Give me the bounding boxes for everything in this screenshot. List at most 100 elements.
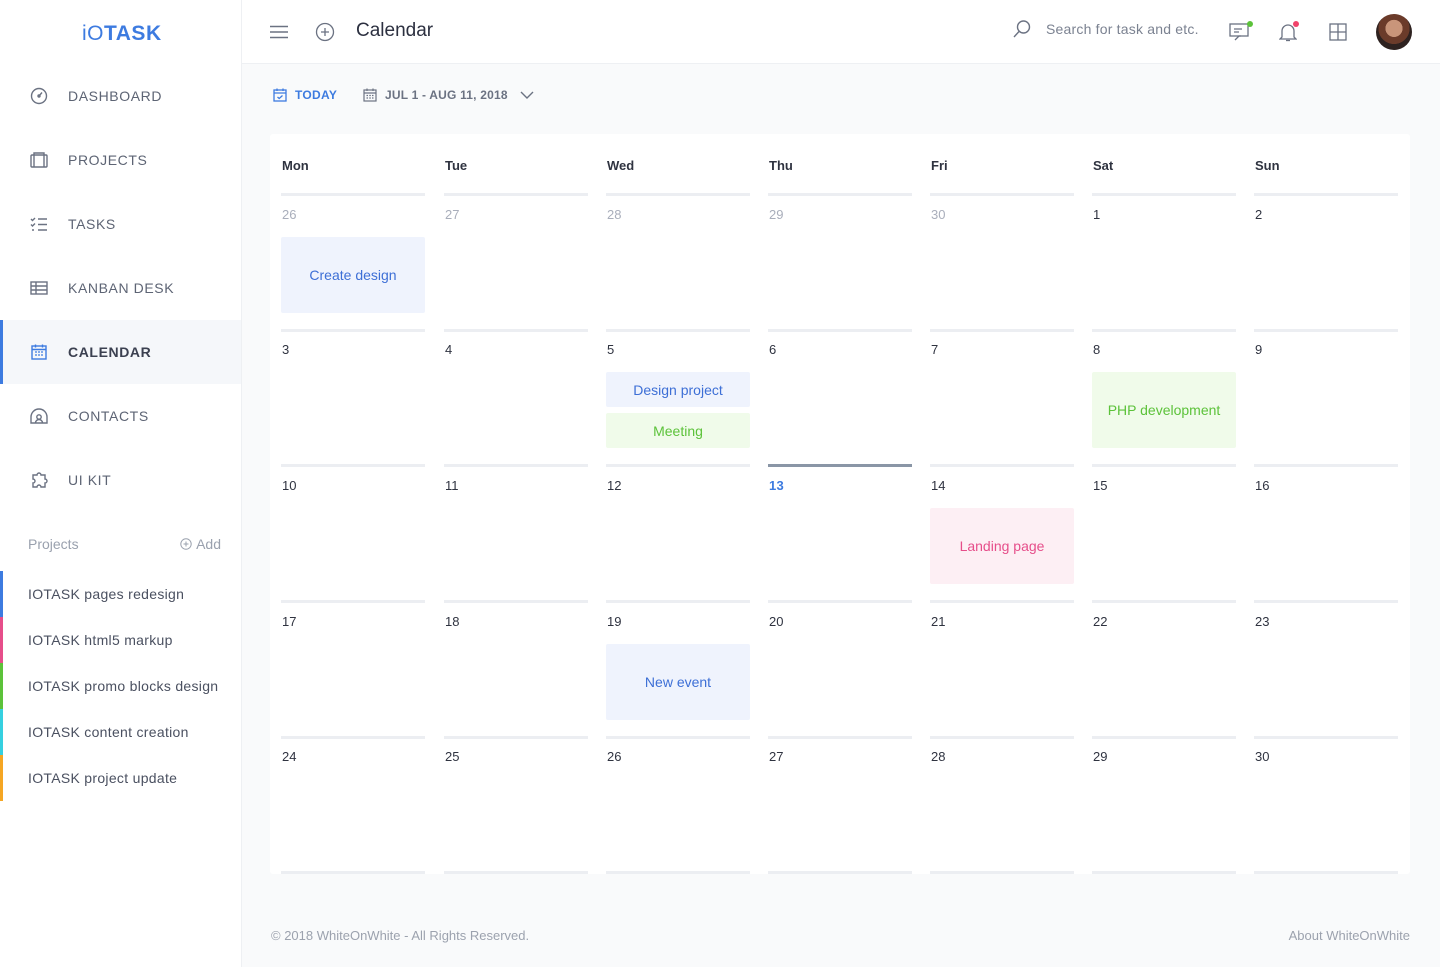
- project-color-bar: [0, 663, 3, 709]
- calendar-day-cell[interactable]: 9: [1254, 331, 1398, 467]
- calendar-day-cell[interactable]: 24: [281, 738, 425, 874]
- messages-button[interactable]: [1228, 20, 1253, 44]
- calendar-day-cell[interactable]: 4: [444, 331, 588, 467]
- calendar-day-cell[interactable]: 18: [444, 603, 588, 739]
- logo-part-light: iO: [82, 22, 104, 45]
- calendar-day-cell[interactable]: 12: [606, 467, 750, 603]
- calendar-day-cell[interactable]: 6: [768, 331, 912, 467]
- project-color-bar: [0, 617, 3, 663]
- online-dot: [1247, 21, 1253, 27]
- contacts-icon: [28, 405, 50, 427]
- tasks-checklist-icon: [28, 213, 50, 235]
- sidebar: iOTASK DASHBOARD PROJECTS TASKS KANBAN D…: [0, 0, 242, 967]
- calendar-day-cell[interactable]: 29: [768, 196, 912, 332]
- menu-toggle-button[interactable]: [267, 20, 291, 44]
- day-number: 2: [1255, 207, 1263, 222]
- calendar-day-cell[interactable]: 7: [930, 331, 1074, 467]
- weekday-header: Sat: [1093, 158, 1114, 173]
- calendar-day-cell[interactable]: 11: [444, 467, 588, 603]
- weekday-header: Sun: [1255, 158, 1280, 173]
- calendar-day-cell[interactable]: 23: [1254, 603, 1398, 739]
- calendar-toolbar: TODAY JUL 1 - AUG 11, 2018: [273, 88, 534, 102]
- sidebar-item-contacts[interactable]: CONTACTS: [0, 384, 241, 448]
- date-range-label: JUL 1 - AUG 11, 2018: [385, 88, 508, 102]
- calendar-event[interactable]: Meeting: [606, 413, 750, 448]
- calendar-day-cell[interactable]: 29: [1092, 738, 1236, 874]
- project-item[interactable]: IOTASK content creation: [0, 709, 241, 755]
- day-number: 30: [1255, 749, 1270, 764]
- sidebar-item-kanban-desk[interactable]: KANBAN DESK: [0, 256, 241, 320]
- weekday-header: Tue: [445, 158, 468, 173]
- calendar-day-cell[interactable]: 28: [606, 196, 750, 332]
- calendar-event[interactable]: Create design: [281, 237, 425, 313]
- day-number: 1: [1093, 207, 1101, 222]
- day-number: 15: [1093, 478, 1108, 493]
- calendar-day-cell[interactable]: 27: [768, 738, 912, 874]
- calendar-grid: Mon Tue Wed Thu Fri Sat Sun 26 Create design 27 28…: [270, 134, 1410, 874]
- calendar-day-cell[interactable]: 17: [281, 603, 425, 739]
- notifications-button[interactable]: [1276, 20, 1300, 44]
- project-color-bar: [0, 709, 3, 755]
- calendar-day-cell[interactable]: 22: [1092, 603, 1236, 739]
- sidebar-item-dashboard[interactable]: DASHBOARD: [0, 64, 241, 128]
- calendar-day-cell[interactable]: 28: [930, 738, 1074, 874]
- calendar-day-cell[interactable]: 14 Landing page: [930, 467, 1074, 603]
- calendar-day-cell[interactable]: 13: [768, 467, 912, 603]
- calendar-day-cell[interactable]: 1: [1092, 196, 1236, 332]
- hamburger-menu-icon: [270, 25, 288, 39]
- calendar-event[interactable]: Design project: [606, 372, 750, 407]
- sidebar-item-ui-kit[interactable]: UI KIT: [0, 448, 241, 512]
- sidebar-item-label: UI KIT: [68, 472, 112, 488]
- add-project-button[interactable]: Add: [180, 536, 221, 552]
- day-divider: [281, 871, 425, 874]
- calendar-day-cell[interactable]: 21: [930, 603, 1074, 739]
- project-color-bar: [0, 755, 3, 801]
- calendar-day-cell[interactable]: 30: [1254, 738, 1398, 874]
- calendar-day-cell[interactable]: 27: [444, 196, 588, 332]
- calendar-day-cell[interactable]: 20: [768, 603, 912, 739]
- project-item[interactable]: IOTASK promo blocks design: [0, 663, 241, 709]
- project-item[interactable]: IOTASK html5 markup: [0, 617, 241, 663]
- calendar-day-cell[interactable]: 2: [1254, 196, 1398, 332]
- calendar-day-cell[interactable]: 26: [606, 738, 750, 874]
- calendar-day-cell[interactable]: 8 PHP development: [1092, 331, 1236, 467]
- day-number: 24: [282, 749, 297, 764]
- user-avatar[interactable]: [1376, 14, 1412, 50]
- search-input[interactable]: Search for task and etc.: [1012, 19, 1199, 39]
- notification-dot: [1293, 21, 1299, 27]
- calendar-day-cell[interactable]: 5 Design project Meeting: [606, 331, 750, 467]
- day-number: 26: [607, 749, 622, 764]
- day-number: 18: [445, 614, 460, 629]
- calendar-day-cell[interactable]: 16: [1254, 467, 1398, 603]
- calendar-day-cell[interactable]: 3: [281, 331, 425, 467]
- date-range-dropdown[interactable]: JUL 1 - AUG 11, 2018: [363, 88, 534, 102]
- today-day-number: 13: [769, 478, 785, 493]
- calendar-event[interactable]: New event: [606, 644, 750, 720]
- project-item[interactable]: IOTASK project update: [0, 755, 241, 801]
- calendar-day-cell[interactable]: 26 Create design: [281, 196, 425, 332]
- calendar-day-cell[interactable]: 15: [1092, 467, 1236, 603]
- calendar-event[interactable]: PHP development: [1092, 372, 1236, 448]
- sidebar-item-label: PROJECTS: [68, 152, 148, 168]
- add-new-button[interactable]: [313, 20, 337, 44]
- day-number: 22: [1093, 614, 1108, 629]
- sidebar-item-calendar[interactable]: CALENDAR: [0, 320, 241, 384]
- calendar-day-cell[interactable]: 10: [281, 467, 425, 603]
- footer-about-link[interactable]: About WhiteOnWhite: [1289, 928, 1410, 943]
- project-item[interactable]: IOTASK pages redesign: [0, 571, 241, 617]
- sidebar-item-projects[interactable]: PROJECTS: [0, 128, 241, 192]
- app-logo[interactable]: iOTASK: [82, 22, 162, 46]
- calendar-day-cell[interactable]: 25: [444, 738, 588, 874]
- sidebar-item-label: CONTACTS: [68, 408, 149, 424]
- calendar-day-cell[interactable]: 19 New event: [606, 603, 750, 739]
- calendar-icon: [363, 88, 377, 102]
- calendar-event[interactable]: Landing page: [930, 508, 1074, 584]
- apps-grid-button[interactable]: [1326, 20, 1350, 44]
- calendar-day-cell[interactable]: 30: [930, 196, 1074, 332]
- day-number: 4: [445, 342, 453, 357]
- weekday-header: Mon: [282, 158, 309, 173]
- today-button[interactable]: TODAY: [273, 88, 337, 102]
- sidebar-item-tasks[interactable]: TASKS: [0, 192, 241, 256]
- grid-icon: [1329, 23, 1347, 41]
- day-number: 26: [282, 207, 297, 222]
